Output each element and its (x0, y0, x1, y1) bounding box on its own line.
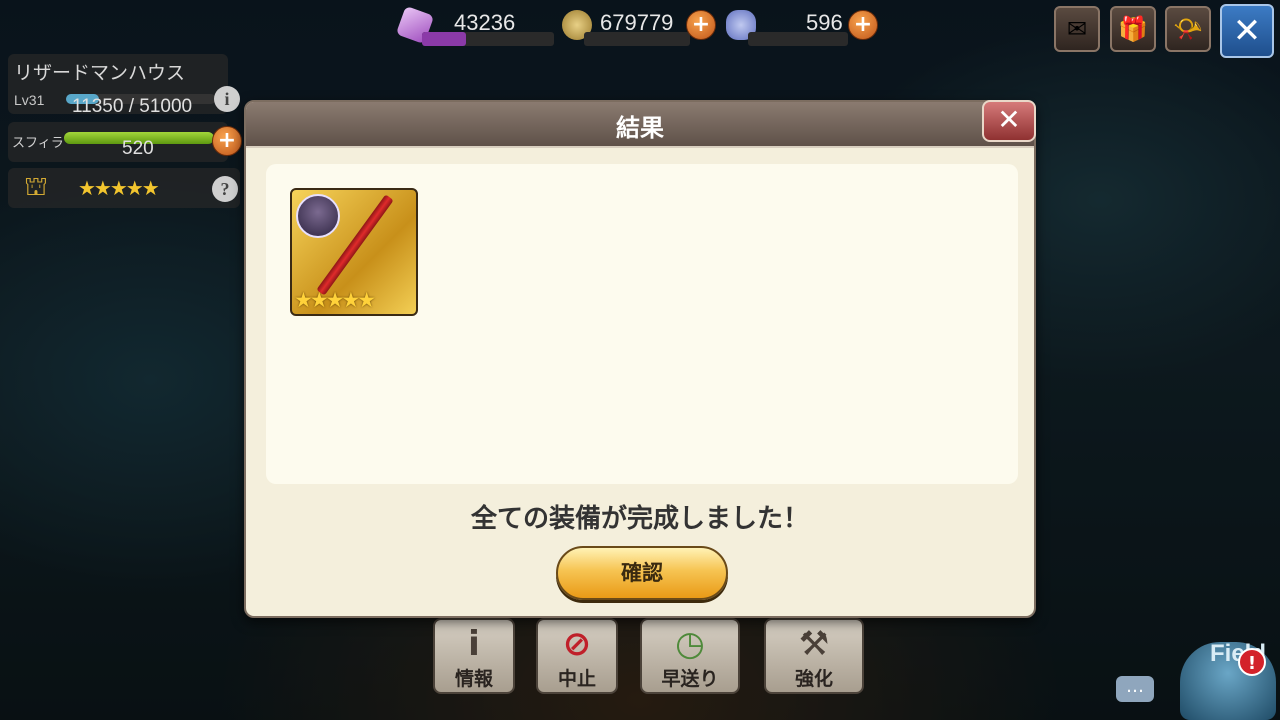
gil-value: 679779 (600, 10, 674, 35)
close-screen-button[interactable]: ✕ (1220, 4, 1274, 58)
house-name: リザードマンハウス (14, 62, 186, 84)
dialog-header: 結果 (246, 102, 1034, 148)
mail-icon: ✉ (1066, 15, 1088, 43)
field-alert-badge: ! (1238, 648, 1266, 676)
fast-forward-action-button[interactable]: ◷ 早送り (640, 618, 740, 694)
stop-action-button[interactable]: ⊘ 中止 (536, 618, 618, 694)
result-dialog: 結果 ✕ ★★★★★ 全ての装備が完成しました！ 確認 (244, 100, 1036, 618)
enhance-icon: ⚒ (798, 624, 830, 664)
gift-button[interactable]: 🎁 (1110, 6, 1156, 52)
equipment-item-card[interactable]: ★★★★★ (290, 188, 418, 316)
sphira-panel: スフィラ 520 + (8, 122, 242, 162)
confirm-button[interactable]: 確認 (556, 546, 728, 600)
add-gil-button[interactable]: + (686, 10, 716, 40)
result-items-area: ★★★★★ (266, 164, 1018, 484)
chat-icon: … (1126, 676, 1144, 697)
crystal-resource: 43236 (395, 5, 556, 46)
item-rarity-stars: ★★★★★ (294, 288, 376, 312)
sphira-value: 520 (122, 138, 154, 159)
add-sphira-button[interactable]: + (212, 126, 242, 156)
gem-value: 596 (806, 10, 843, 35)
gift-icon: 🎁 (1118, 15, 1148, 43)
fast-forward-action-label: 早送り (661, 668, 719, 690)
stop-icon: ⊘ (562, 624, 592, 664)
fast-forward-icon: ◷ (675, 624, 705, 664)
rank-help-button[interactable]: ? (212, 176, 238, 202)
mail-button[interactable]: ✉ (1054, 6, 1100, 52)
info-action-button[interactable]: i 情報 (433, 618, 515, 694)
gil-resource: 679779 + (562, 6, 720, 46)
dialog-close-button[interactable]: ✕ (982, 100, 1036, 142)
house-info-panel: リザードマンハウス Lv31 11350 / 51000 i (8, 54, 240, 117)
rank-stars: ★★★★★ (78, 176, 160, 200)
enhance-action-button[interactable]: ⚒ 強化 (764, 618, 864, 694)
result-message: 全ての装備が完成しました！ (470, 504, 809, 534)
gem-resource: 596 + (726, 6, 880, 46)
stop-action-label: 中止 (557, 668, 596, 690)
info-icon: i (468, 624, 480, 664)
house-info-button[interactable]: i (214, 86, 240, 112)
xp-value: 11350 / 51000 (72, 96, 193, 117)
rank-panel: ⛫ ★★★★★ ? (8, 168, 240, 208)
house-level: Lv31 (14, 92, 45, 108)
close-icon: ✕ (1232, 11, 1262, 51)
close-icon: ✕ (997, 103, 1021, 136)
chat-button[interactable]: … (1116, 676, 1154, 702)
crystal-value: 43236 (454, 10, 516, 35)
field-button[interactable]: Field ! (1180, 632, 1280, 720)
horn-button[interactable]: 📯 (1165, 6, 1211, 52)
character-portrait (296, 194, 340, 238)
sphira-label: スフィラ (12, 136, 64, 151)
enhance-action-label: 強化 (794, 668, 833, 690)
horn-icon: 📯 (1173, 15, 1203, 43)
dialog-title: 結果 (616, 114, 664, 142)
info-action-label: 情報 (454, 668, 493, 690)
cage-icon: ⛫ (24, 172, 48, 202)
add-gem-button[interactable]: + (848, 10, 878, 40)
